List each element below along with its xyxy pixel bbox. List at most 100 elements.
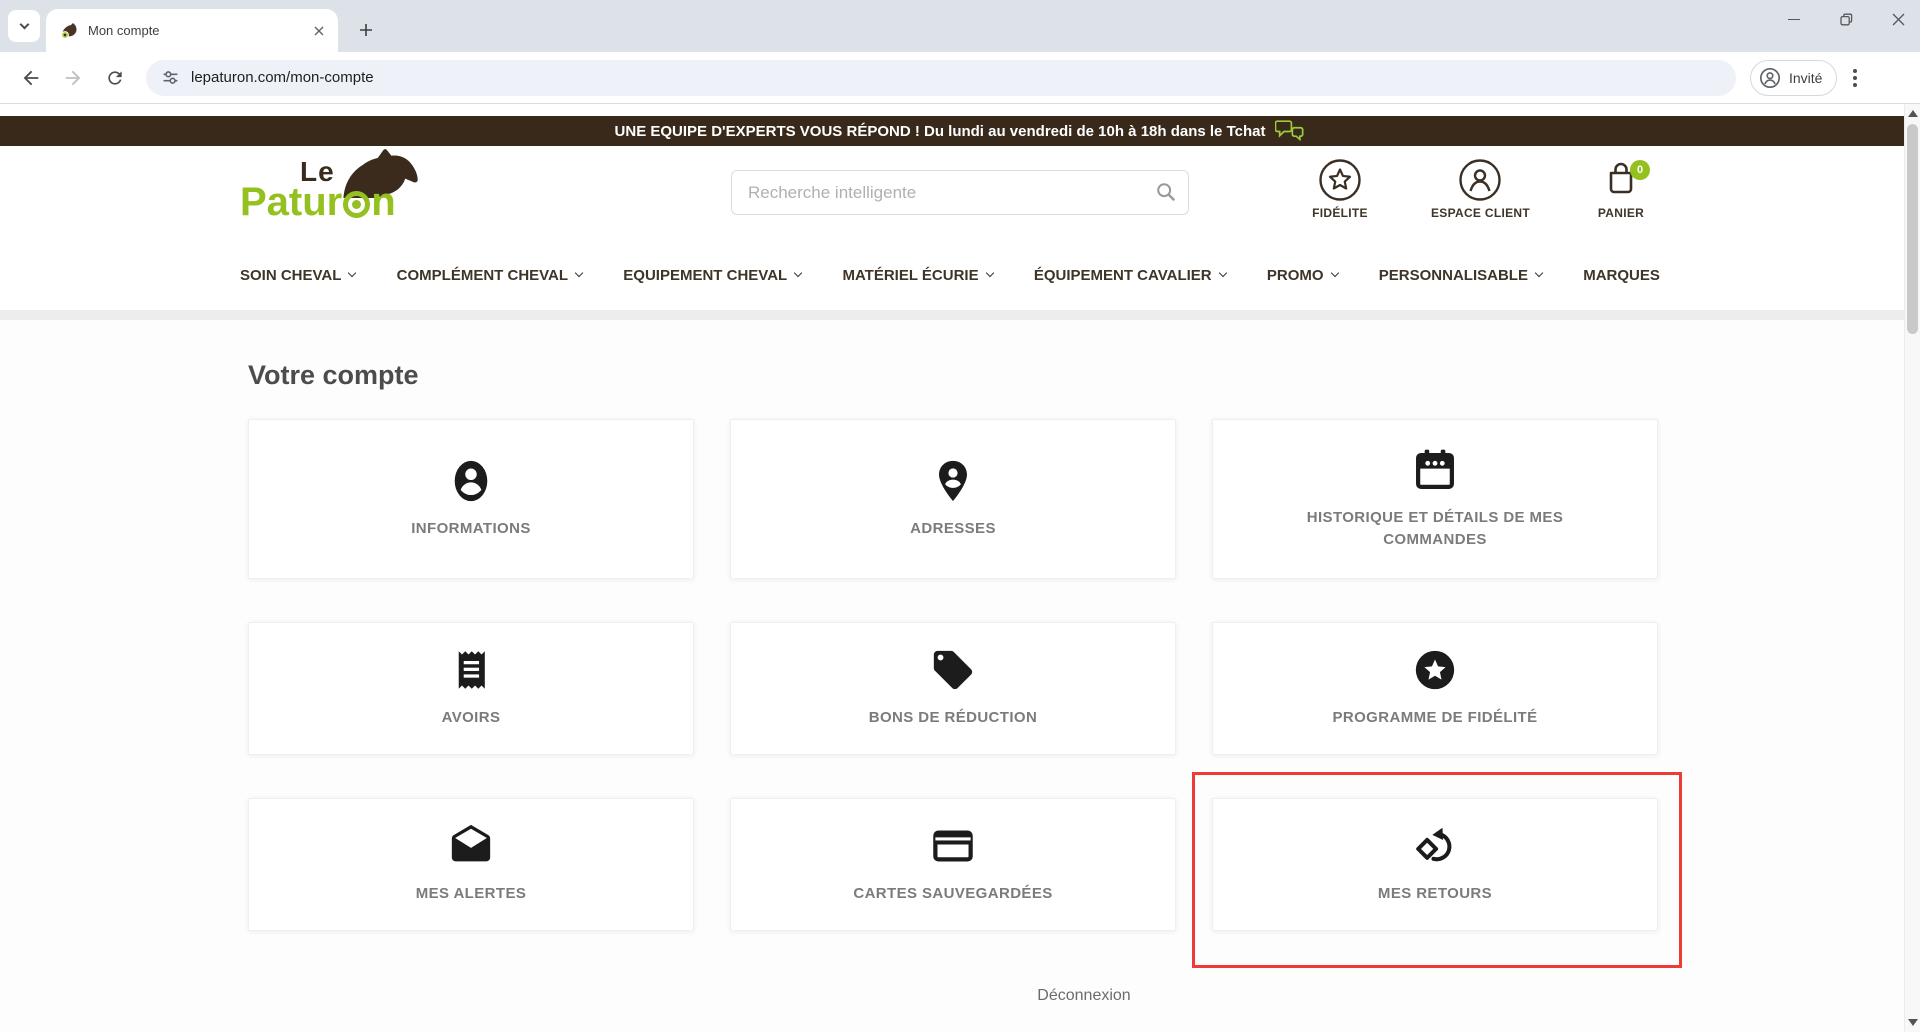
scroll-up-arrow-icon[interactable] bbox=[1908, 110, 1918, 117]
chevron-down-icon bbox=[574, 268, 584, 278]
site-info-icon[interactable] bbox=[162, 69, 179, 86]
receipt-icon bbox=[458, 651, 485, 690]
tile-programme-fidelite[interactable]: PROGRAMME DE FIDÉLITÉ bbox=[1212, 622, 1658, 755]
search-input[interactable] bbox=[731, 170, 1189, 215]
tile-label: PROGRAMME DE FIDÉLITÉ bbox=[1332, 709, 1538, 727]
nav-label: MARQUES bbox=[1583, 266, 1660, 284]
user-circle-icon bbox=[1459, 159, 1502, 201]
cart-label: PANIER bbox=[1597, 206, 1645, 220]
star-icon bbox=[1415, 651, 1455, 690]
chevron-down-icon bbox=[348, 268, 357, 278]
tile-bons-de-reduction[interactable]: BONS DE RÉDUCTION bbox=[730, 622, 1176, 755]
tile-label: ADRESSES bbox=[910, 519, 996, 537]
scroll-down-arrow-icon[interactable] bbox=[1908, 1019, 1918, 1026]
cart-count-badge: 0 bbox=[1630, 160, 1650, 180]
return-arrow-icon bbox=[1416, 828, 1452, 862]
tile-label: MES ALERTES bbox=[415, 885, 527, 903]
map-pin-icon bbox=[939, 460, 967, 501]
logo-o-icon bbox=[343, 190, 371, 218]
browser-toolbar: lepaturon.com/mon-compte Invité bbox=[0, 52, 1920, 104]
customer-area-button[interactable]: ESPACE CLIENT bbox=[1431, 158, 1530, 220]
tile-adresses[interactable]: ADRESSES bbox=[730, 419, 1176, 579]
chevron-down-icon bbox=[1218, 268, 1227, 278]
url-text[interactable]: lepaturon.com/mon-compte bbox=[191, 69, 374, 86]
nav-item-soin-cheval[interactable]: SOIN CHEVAL bbox=[240, 266, 357, 284]
nav-label: SOIN CHEVAL bbox=[240, 266, 342, 284]
tile-mes-alertes[interactable]: MES ALERTES bbox=[248, 798, 694, 931]
tile-label: BONS DE RÉDUCTION bbox=[868, 709, 1038, 727]
nav-label: MATÉRIEL ÉCURIE bbox=[842, 266, 979, 284]
scrollbar[interactable] bbox=[1904, 104, 1920, 1032]
promo-banner: UNE EQUIPE D'EXPERTS VOUS RÉPOND ! Du lu… bbox=[0, 116, 1920, 146]
tab-title: Mon compte bbox=[88, 23, 160, 38]
chevron-down-icon bbox=[985, 268, 994, 278]
tile-historique-commandes[interactable]: HISTORIQUE ET DÉTAILS DE MES COMMANDES bbox=[1212, 419, 1658, 579]
tab-search-button[interactable] bbox=[8, 10, 40, 42]
cart-button[interactable]: 0 PANIER bbox=[1584, 158, 1658, 220]
nav-item-marques[interactable]: MARQUES bbox=[1583, 267, 1660, 284]
minimize-button[interactable] bbox=[1782, 7, 1806, 31]
profile-label: Invité bbox=[1789, 69, 1823, 86]
logout-link[interactable]: Déconnexion bbox=[1037, 987, 1130, 1004]
new-tab-button[interactable] bbox=[352, 16, 380, 44]
avatar-icon bbox=[1760, 67, 1780, 88]
tile-cartes-sauvegardees[interactable]: CARTES SAUVEGARDÉES bbox=[730, 798, 1176, 931]
site-logo[interactable]: Le Patur n bbox=[240, 149, 440, 232]
chevron-down-icon bbox=[1534, 268, 1544, 278]
star-circle-icon bbox=[1319, 159, 1361, 201]
tab-close-icon[interactable] bbox=[310, 22, 328, 40]
tile-avoirs[interactable]: AVOIRS bbox=[248, 622, 694, 755]
address-bar[interactable]: lepaturon.com/mon-compte bbox=[146, 59, 1736, 96]
tile-label: AVOIRS bbox=[441, 709, 501, 727]
tile-label: MES RETOURS bbox=[1377, 885, 1493, 903]
restore-button[interactable] bbox=[1834, 7, 1858, 31]
forward-button[interactable] bbox=[56, 61, 90, 95]
minimize-icon bbox=[1788, 18, 1800, 20]
close-window-button[interactable] bbox=[1886, 7, 1910, 31]
site-header: Le Paturn FIDÉLIT bbox=[0, 146, 1920, 240]
credit-card-icon bbox=[933, 830, 973, 862]
promo-banner-text: UNE EQUIPE D'EXPERTS VOUS RÉPOND ! Du lu… bbox=[614, 122, 1266, 140]
tile-label: INFORMATIONS bbox=[411, 519, 531, 537]
browser-menu-button[interactable] bbox=[1853, 68, 1858, 87]
search-button[interactable] bbox=[1155, 181, 1177, 208]
nav-item-equipement-cheval[interactable]: EQUIPEMENT CHEVAL bbox=[623, 266, 803, 284]
person-icon bbox=[454, 460, 488, 501]
tag-icon bbox=[933, 651, 973, 690]
calendar-icon bbox=[1416, 449, 1454, 489]
close-icon bbox=[1892, 13, 1904, 25]
chevron-down-icon bbox=[19, 19, 29, 30]
nav-item-equipement-cavalier[interactable]: ÉQUIPEMENT CAVALIER bbox=[1033, 266, 1227, 284]
search-icon bbox=[1157, 183, 1176, 202]
tile-informations[interactable]: INFORMATIONS bbox=[248, 419, 694, 579]
nav-item-materiel-ecurie[interactable]: MATÉRIEL ÉCURIE bbox=[842, 266, 994, 284]
nav-label: ÉQUIPEMENT CAVALIER bbox=[1033, 266, 1212, 284]
nav-item-promo[interactable]: PROMO bbox=[1266, 266, 1339, 284]
chevron-down-icon bbox=[793, 268, 803, 278]
envelope-open-icon bbox=[451, 825, 491, 862]
tile-mes-retours[interactable]: MES RETOURS bbox=[1212, 798, 1658, 931]
customer-area-label: ESPACE CLIENT bbox=[1430, 206, 1530, 220]
nav-item-complement-cheval[interactable]: COMPLÉMENT CHEVAL bbox=[396, 266, 584, 284]
loyalty-label: FIDÉLITE bbox=[1312, 206, 1368, 220]
nav-label: PROMO bbox=[1266, 266, 1324, 284]
browser-tab[interactable]: Mon compte bbox=[46, 9, 338, 52]
logo-text-bottom: Patur n bbox=[240, 180, 396, 224]
profile-button[interactable]: Invité bbox=[1750, 59, 1838, 96]
page-title: Votre compte bbox=[248, 360, 419, 390]
chevron-down-icon bbox=[1330, 268, 1339, 278]
nav-label: EQUIPEMENT CHEVAL bbox=[623, 266, 788, 284]
nav-label: COMPLÉMENT CHEVAL bbox=[396, 266, 569, 284]
back-button[interactable] bbox=[14, 61, 48, 95]
reload-button[interactable] bbox=[98, 61, 132, 95]
browser-titlebar: Mon compte bbox=[0, 0, 1920, 52]
main-navigation: SOIN CHEVAL COMPLÉMENT CHEVAL EQUIPEMENT… bbox=[0, 240, 1920, 310]
account-tile-grid: INFORMATIONS ADRESSES HISTORIQUE ET DÉTA… bbox=[248, 419, 1682, 968]
nav-label: PERSONNALISABLE bbox=[1378, 266, 1528, 284]
chat-bubbles-icon bbox=[1275, 120, 1304, 142]
scrollbar-thumb[interactable] bbox=[1907, 124, 1918, 334]
loyalty-button[interactable]: FIDÉLITE bbox=[1303, 158, 1377, 220]
tile-label: CARTES SAUVEGARDÉES bbox=[853, 885, 1053, 903]
nav-item-personnalisable[interactable]: PERSONNALISABLE bbox=[1378, 266, 1544, 284]
tile-label: HISTORIQUE ET DÉTAILS DE MES COMMANDES bbox=[1306, 508, 1564, 549]
